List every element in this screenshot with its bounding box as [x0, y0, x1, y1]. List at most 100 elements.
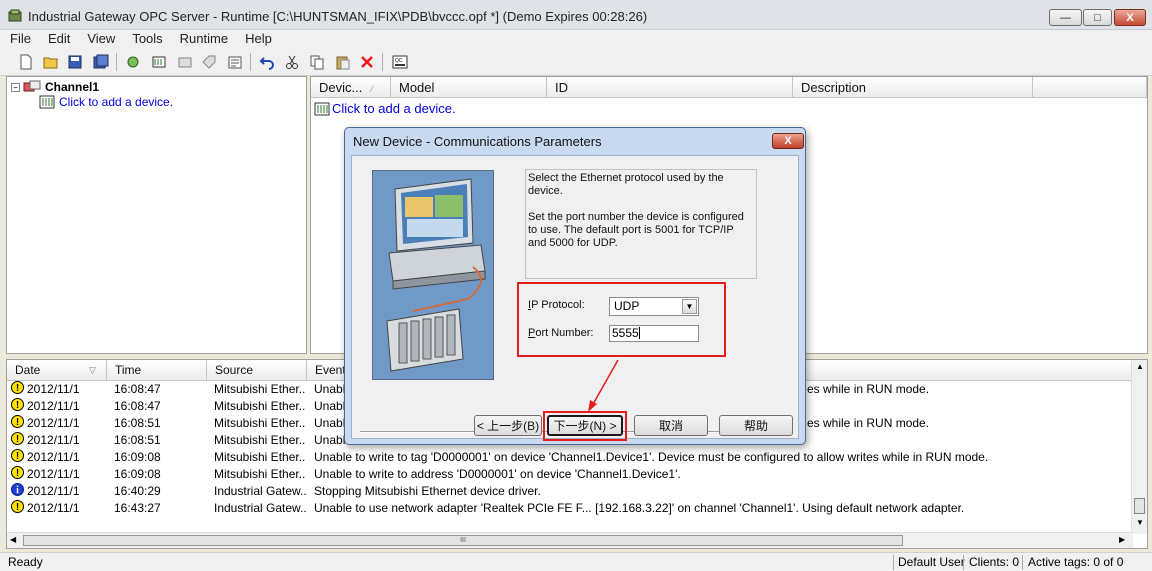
log-time: 16:08:47 — [114, 399, 161, 413]
list-add-device[interactable]: Click to add a device. — [314, 101, 456, 116]
info-icon: i — [11, 483, 24, 496]
computer-plc-illustration-icon — [373, 171, 493, 379]
copy-icon[interactable] — [308, 54, 325, 70]
dialog-info-line: Select the Ethernet protocol used by the… — [528, 172, 724, 197]
scroll-right-icon[interactable]: ▶ — [1119, 535, 1125, 544]
close-icon: X — [784, 135, 792, 147]
dialog-close-button[interactable]: X — [772, 133, 804, 149]
status-separator — [963, 555, 964, 570]
horizontal-scrollbar[interactable]: ◀ III ▶ — [7, 532, 1133, 548]
column-header-time-label: Time — [115, 363, 142, 377]
log-source: Industrial Gatew... — [214, 501, 306, 515]
close-button[interactable]: X — [1114, 9, 1146, 26]
warning-icon: ! — [11, 449, 24, 462]
scroll-up-icon[interactable]: ▲ — [1136, 362, 1144, 371]
minimize-button[interactable]: — — [1049, 9, 1082, 26]
menu-view[interactable]: View — [77, 30, 122, 48]
open-icon[interactable] — [42, 54, 59, 70]
menu-bar: File Edit View Tools Runtime Help — [0, 30, 1152, 48]
scroll-down-icon[interactable]: ▼ — [1136, 518, 1144, 527]
cut-icon[interactable] — [283, 54, 300, 70]
warning-icon: ! — [11, 381, 24, 394]
log-source: Mitsubishi Ether... — [214, 433, 306, 447]
log-event-tail: es while in RUN mode. — [807, 416, 930, 430]
log-row[interactable]: ! 2012/11/1 16:09:08 Mitsubishi Ether...… — [7, 449, 1135, 466]
log-row[interactable]: i 2012/11/1 16:40:29 Industrial Gatew...… — [7, 483, 1135, 500]
column-header-model[interactable]: Model — [391, 77, 547, 98]
log-event: Unable to write to tag 'D0000001' on dev… — [314, 450, 989, 464]
log-source: Mitsubishi Ether... — [214, 416, 306, 430]
maximize-button[interactable]: □ — [1083, 9, 1112, 26]
column-header-device-label: Devic... — [319, 80, 363, 95]
log-row[interactable]: ! 2012/11/1 16:09:08 Mitsubishi Ether...… — [7, 466, 1135, 483]
menu-file[interactable]: File — [0, 30, 38, 48]
log-time: 16:08:51 — [114, 416, 161, 430]
annotation-arrow-icon — [588, 359, 619, 412]
back-button[interactable]: < 上一步(B) — [474, 415, 542, 436]
cancel-button[interactable]: 取消 — [634, 415, 708, 436]
log-event: Unable — [314, 382, 348, 396]
scroll-thumb[interactable] — [1134, 498, 1145, 514]
warning-icon: ! — [11, 466, 24, 479]
add-device-link[interactable]: Click to add a device. — [59, 95, 173, 109]
next-button[interactable]: 下一步(N) > — [547, 415, 623, 436]
new-tag-icon[interactable] — [200, 54, 217, 70]
paste-icon[interactable] — [334, 54, 351, 70]
menu-runtime[interactable]: Runtime — [170, 30, 235, 48]
tree-item-channel1[interactable]: − Channel1 — [11, 80, 99, 94]
menu-edit[interactable]: Edit — [38, 30, 77, 48]
log-time: 16:08:51 — [114, 433, 161, 447]
column-header-source[interactable]: Source — [207, 360, 307, 381]
collapse-icon[interactable]: − — [11, 82, 20, 92]
new-icon[interactable] — [17, 54, 34, 70]
dialog-title: New Device - Communications Parameters — [353, 134, 602, 149]
new-device-icon[interactable] — [150, 54, 167, 70]
log-date: 2012/11/1 — [27, 382, 80, 396]
new-channel-icon[interactable] — [124, 54, 141, 70]
toolbar-separator — [116, 53, 117, 71]
back-button-label: < 上一步(B) — [476, 419, 540, 433]
help-button[interactable]: 帮助 — [719, 415, 793, 436]
column-header-model-label: Model — [399, 80, 435, 95]
warning-icon: ! — [11, 398, 24, 411]
menu-tools[interactable]: Tools — [122, 30, 169, 48]
properties-icon[interactable] — [226, 54, 243, 70]
tree-add-device[interactable]: Click to add a device. — [39, 95, 173, 109]
status-bar: Ready Default User Clients: 0 Active tag… — [0, 552, 1152, 571]
vertical-scrollbar[interactable]: ▲ ▼ — [1131, 360, 1147, 534]
column-header-time[interactable]: Time — [107, 360, 207, 381]
column-header-description[interactable]: Description — [793, 77, 1033, 98]
log-time: 16:40:29 — [114, 484, 161, 498]
undo-icon[interactable] — [258, 54, 275, 70]
log-event: Unable to write to address 'D0000001' on… — [314, 467, 681, 481]
log-row[interactable]: ! 2012/11/1 16:43:27 Industrial Gatew...… — [7, 500, 1135, 517]
menu-help[interactable]: Help — [235, 30, 279, 48]
save-all-icon[interactable] — [92, 54, 109, 70]
column-header-event-label: Event — [315, 363, 346, 377]
add-device-link[interactable]: Click to add a device. — [332, 101, 456, 116]
save-icon[interactable] — [66, 54, 83, 70]
help-button-label: 帮助 — [743, 419, 768, 433]
log-source: Mitsubishi Ether... — [214, 399, 306, 413]
column-header-device[interactable]: Devic... ⁄ — [311, 77, 391, 98]
delete-icon[interactable] — [358, 54, 375, 70]
status-separator — [893, 555, 894, 570]
dialog-info-line: Set the port number the device is config… — [528, 211, 744, 249]
log-event: Unable — [314, 433, 348, 447]
scroll-thumb[interactable]: III — [23, 535, 903, 546]
column-header-id[interactable]: ID — [547, 77, 793, 98]
log-time: 16:08:47 — [114, 382, 161, 396]
window-title: Industrial Gateway OPC Server - Runtime … — [28, 9, 648, 24]
maximize-icon: □ — [1094, 11, 1101, 24]
new-group-icon[interactable] — [176, 54, 193, 70]
app-icon — [8, 9, 22, 22]
status-ready: Ready — [8, 555, 43, 569]
dialog-info-box: Select the Ethernet protocol used by the… — [525, 169, 757, 279]
scroll-left-icon[interactable]: ◀ — [10, 535, 16, 544]
column-header-date[interactable]: Date ▽ — [7, 360, 107, 381]
column-header-source-label: Source — [215, 363, 254, 377]
log-source: Mitsubishi Ether... — [214, 450, 306, 464]
quick-client-icon[interactable]: QC — [391, 54, 408, 70]
log-event: Stopping Mitsubishi Ethernet device driv… — [314, 484, 541, 498]
close-icon: X — [1126, 11, 1134, 24]
